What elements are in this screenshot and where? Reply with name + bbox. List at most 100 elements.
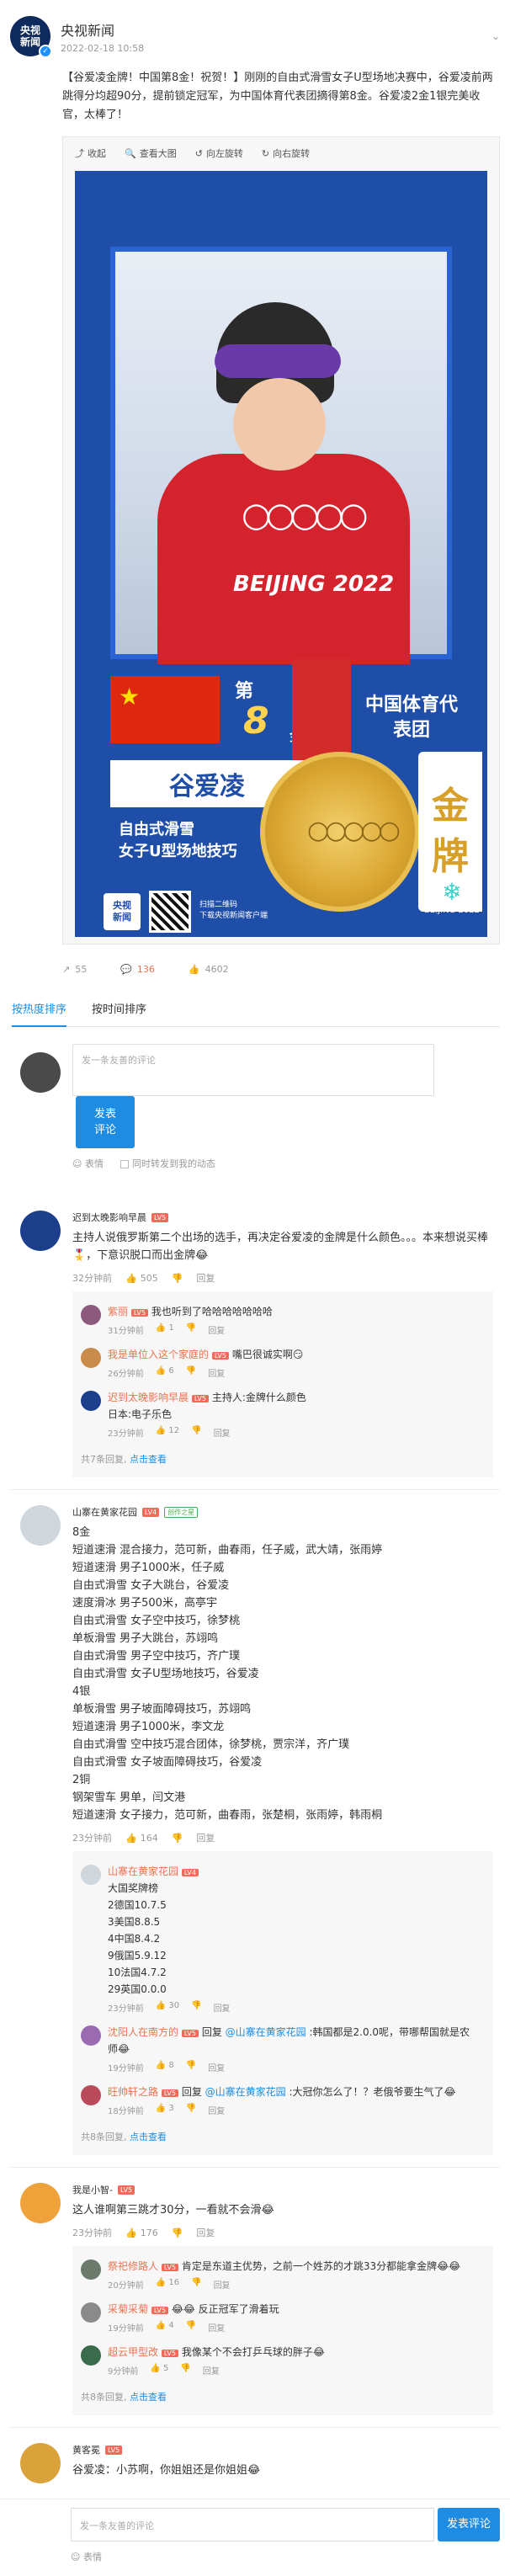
avatar[interactable] <box>81 1865 101 1885</box>
reply-author[interactable]: 迟到太晚影响早晨 <box>108 1392 189 1403</box>
like-button[interactable]: 👍 8 <box>156 2061 174 2073</box>
view-more-link[interactable]: 点击查看 <box>130 2132 167 2142</box>
view-more-link[interactable]: 点击查看 <box>130 1454 167 1465</box>
reply-author[interactable]: 旺帅轩之路 <box>108 2086 158 2098</box>
view-more-link[interactable]: 点击查看 <box>130 2392 167 2403</box>
thumbs-down-icon[interactable]: 👎 <box>186 1323 196 1336</box>
reply-author[interactable]: 山寨在黄家花园 <box>108 1865 178 1877</box>
level-badge: LV5 <box>105 2445 123 2455</box>
avatar[interactable] <box>81 2345 101 2366</box>
medal-poster-image[interactable]: ○○○○○ BEIJING 2022 ★ 第 8 金 中国体育代表团 谷爱凌 自… <box>75 171 487 937</box>
reply-button[interactable]: 回复 <box>208 1323 225 1336</box>
emoji-button[interactable]: ☺ 表情 <box>72 1157 104 1170</box>
like-button[interactable]: 👍 1 <box>156 1323 174 1336</box>
reply-button[interactable]: 回复 <box>208 1366 225 1379</box>
tab-sort-hot[interactable]: 按热度排序 <box>12 998 67 1027</box>
rotate-left-button[interactable]: ↺ 向左旋转 <box>195 146 243 160</box>
reply-button[interactable]: 回复 <box>214 2278 231 2291</box>
reply-author[interactable]: 紫丽 <box>108 1306 128 1317</box>
thumbs-down-icon[interactable]: 👎 <box>186 2061 196 2073</box>
post-actions: ↗ 55 💬 136 👍 4602 <box>62 955 500 983</box>
avatar[interactable] <box>20 2443 61 2483</box>
thumbs-down-icon[interactable]: 👎 <box>186 2104 196 2116</box>
reply-author[interactable]: 我是单位入这个家庭的 <box>108 1349 209 1360</box>
reply-author[interactable]: 祭祀修路人 <box>108 2260 158 2272</box>
like-button[interactable]: 👍 164 <box>125 1833 158 1844</box>
avatar[interactable] <box>81 1305 101 1325</box>
avatar[interactable] <box>20 2183 61 2223</box>
avatar[interactable] <box>20 1505 61 1546</box>
reply-button[interactable]: 回复 <box>208 2321 225 2334</box>
bottom-submit-button[interactable]: 发表评论 <box>438 2508 500 2541</box>
avatar[interactable] <box>81 2302 101 2323</box>
level-badge: LV5 <box>117 2185 135 2195</box>
reply-button[interactable]: 回复 <box>203 2364 220 2376</box>
gold-medal-icon: ○○○○○ <box>260 752 420 912</box>
mention-link[interactable]: @山寨在黄家花园 <box>205 2086 286 2098</box>
reply-button[interactable]: 回复 <box>208 2104 225 2116</box>
like-button[interactable]: 👍 4602 <box>189 964 229 975</box>
thumbs-down-icon[interactable]: 👎 <box>186 1366 196 1379</box>
thumbs-down-icon[interactable]: 👎 <box>172 2227 183 2238</box>
avatar[interactable] <box>81 1391 101 1411</box>
thumbs-down-icon[interactable]: 👎 <box>172 1833 183 1844</box>
like-button[interactable]: 👍 4 <box>156 2321 174 2334</box>
like-button[interactable]: 👍 505 <box>125 1273 158 1284</box>
chevron-down-icon[interactable]: ⌄ <box>491 30 500 42</box>
emoji-button[interactable]: ☺ 表情 <box>71 2552 102 2563</box>
more-replies: 共7条回复, 点击查看 <box>81 1454 167 1465</box>
comment-author[interactable]: 黄客冕 <box>72 2443 100 2456</box>
thumbs-down-icon[interactable]: 👎 <box>180 2364 190 2376</box>
like-button[interactable]: 👍 30 <box>156 2001 179 2014</box>
reply-button[interactable]: 回复 <box>196 1271 215 1285</box>
reply-button[interactable]: 回复 <box>196 2226 215 2239</box>
comment-input[interactable]: 发一条友善的评论 <box>72 1044 434 1096</box>
reply-button[interactable]: 回复 <box>196 1831 215 1844</box>
thumbs-down-icon[interactable]: 👎 <box>191 2001 201 2014</box>
like-button[interactable]: 👍 3 <box>156 2104 174 2116</box>
reply-author[interactable]: 采菊采菊 <box>108 2303 148 2315</box>
like-button[interactable]: 👍 5 <box>150 2364 168 2376</box>
rotate-right-button[interactable]: ↻ 向右旋转 <box>262 146 310 160</box>
poster-name[interactable]: 央视新闻 <box>61 19 144 40</box>
reply-list: 山寨在黄家花园 LV4 大国奖牌榜 2德国10.7.5 3美国8.8.5 4中国… <box>72 1851 493 2155</box>
like-button[interactable]: 👍 12 <box>156 1426 179 1439</box>
mention-link[interactable]: @山寨在黄家花园 <box>226 2026 306 2038</box>
reply-button[interactable]: 回复 <box>208 2061 225 2073</box>
reply-button[interactable]: 回复 <box>214 2001 231 2014</box>
comment-item: 山寨在黄家花园 LV4 创作之星 8金 短道速滑 混合接力，范可新，曲春雨，任子威，… <box>10 1489 500 2155</box>
like-button[interactable]: 👍 16 <box>156 2278 179 2291</box>
comment-author[interactable]: 迟到太晚影响早晨 <box>72 1211 146 1224</box>
rank-number: 8 <box>243 700 269 742</box>
like-button[interactable]: 👍 176 <box>125 2227 158 2238</box>
reply-author[interactable]: 超云甲型改 <box>108 2346 158 2358</box>
media-viewer: ⤴ 收起 🔍 查看大图 ↺ 向左旋转 ↻ 向右旋转 ○○○○○ BEIJING 2022… <box>62 136 500 945</box>
avatar[interactable] <box>20 1211 61 1251</box>
thumbs-down-icon[interactable]: 👎 <box>186 2321 196 2334</box>
like-button[interactable]: 👍 6 <box>156 1366 174 1379</box>
bottom-comment-input[interactable]: 发一条友善的评论 <box>71 2508 434 2541</box>
also-post-checkbox[interactable]: 同时转发到我的动态 <box>120 1157 215 1170</box>
my-avatar[interactable] <box>20 1052 61 1093</box>
comment-author[interactable]: 山寨在黄家花园 <box>72 1505 137 1519</box>
collapse-button[interactable]: ⤴ 收起 <box>75 146 106 160</box>
comment-author[interactable]: 我是小智- <box>72 2183 113 2196</box>
avatar[interactable] <box>81 2085 101 2105</box>
thumbs-down-icon[interactable]: 👎 <box>172 1273 183 1284</box>
submit-comment-button[interactable]: 发表 评论 <box>76 1096 135 1148</box>
thumbs-down-icon[interactable]: 👎 <box>191 2278 201 2291</box>
avatar[interactable] <box>81 2025 101 2046</box>
checkbox-icon <box>120 1160 129 1168</box>
reply-button[interactable]: 回复 <box>214 1426 231 1439</box>
thumbs-down-icon[interactable]: 👎 <box>191 1426 201 1439</box>
reply-author[interactable]: 沈阳人在南方的 <box>108 2026 178 2038</box>
star-icon: ★ <box>119 683 141 711</box>
reply-text: 我也听到了哈哈哈哈哈哈哈 <box>151 1306 273 1317</box>
avatar[interactable] <box>81 1348 101 1368</box>
cctv-avatar[interactable]: 央视 新闻 ✓ <box>10 16 52 58</box>
share-button[interactable]: ↗ 55 <box>62 964 87 975</box>
avatar[interactable] <box>81 2259 101 2280</box>
comment-button[interactable]: 💬 136 <box>120 964 155 975</box>
tab-sort-time[interactable]: 按时间排序 <box>92 998 146 1027</box>
view-large-button[interactable]: 🔍 查看大图 <box>125 146 177 160</box>
